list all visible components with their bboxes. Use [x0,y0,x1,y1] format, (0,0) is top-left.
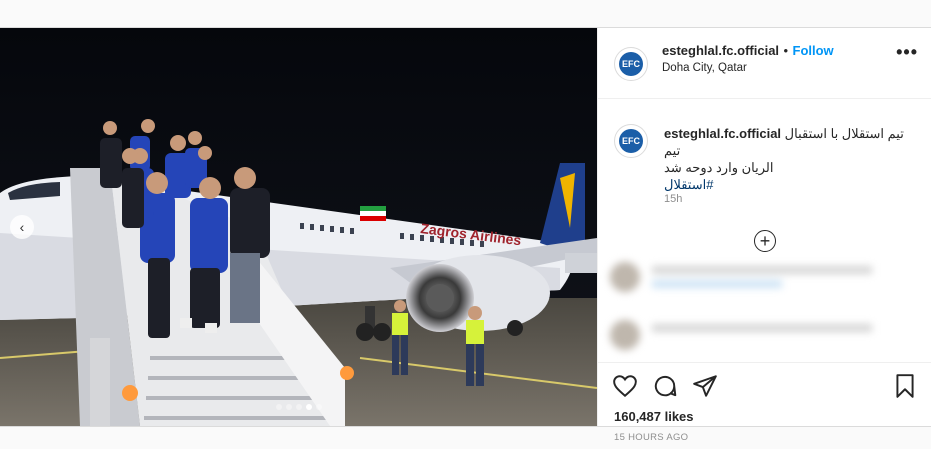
username-link[interactable]: esteghlal.fc.official [662,43,779,58]
carousel-dot [275,404,282,410]
caption-text: esteghlal.fc.official تیم استقلال با است… [664,125,914,193]
share-icon[interactable] [692,373,718,399]
follow-button[interactable]: Follow [793,43,834,58]
post-photo[interactable]: Zagros Airlines ‹ [0,28,597,426]
hashtag-link[interactable]: #استقلال [664,177,713,192]
carousel-dot [285,404,292,410]
club-logo-icon: EFC [619,52,643,76]
post-header: EFC esteghlal.fc.official • Follow Doha … [598,28,931,99]
post-card: Zagros Airlines ‹ EFC esteghlal.fc.offic… [0,27,931,443]
posted-time[interactable]: 15 HOURS AGO [614,432,688,443]
carousel-dot [295,404,302,410]
blurred-comments [598,250,931,362]
blurred-comment [610,262,920,292]
header-text: esteghlal.fc.official • Follow Doha City… [662,42,834,74]
photo-image: Zagros Airlines [0,28,597,426]
action-bar: 160,487 likes 15 HOURS AGO [598,362,931,443]
likes-count[interactable]: 160,487 likes [614,409,694,424]
caption-line-2: الریان وارد دوحه شد [664,160,774,175]
club-logo-icon: EFC [619,129,643,153]
avatar[interactable]: EFC [614,47,648,81]
previous-photo-button[interactable]: ‹ [10,215,34,239]
blurred-comment [610,320,920,350]
comment-icon[interactable] [652,373,678,399]
caption-username[interactable]: esteghlal.fc.official [664,126,781,141]
post-sidebar: EFC esteghlal.fc.official • Follow Doha … [597,28,931,443]
heart-icon[interactable] [612,373,638,399]
bookmark-icon[interactable] [892,373,918,399]
more-options-icon[interactable]: ••• [896,42,918,63]
carousel-dot-active [305,404,312,410]
separator-dot: • [783,43,789,58]
carousel-dots [0,404,597,410]
caption-time: 15h [664,193,683,205]
carousel-dot [315,404,322,410]
location-link[interactable]: Doha City, Qatar [662,62,834,74]
caption-avatar[interactable]: EFC [614,124,648,158]
plus-circle-icon[interactable]: + [754,230,776,252]
